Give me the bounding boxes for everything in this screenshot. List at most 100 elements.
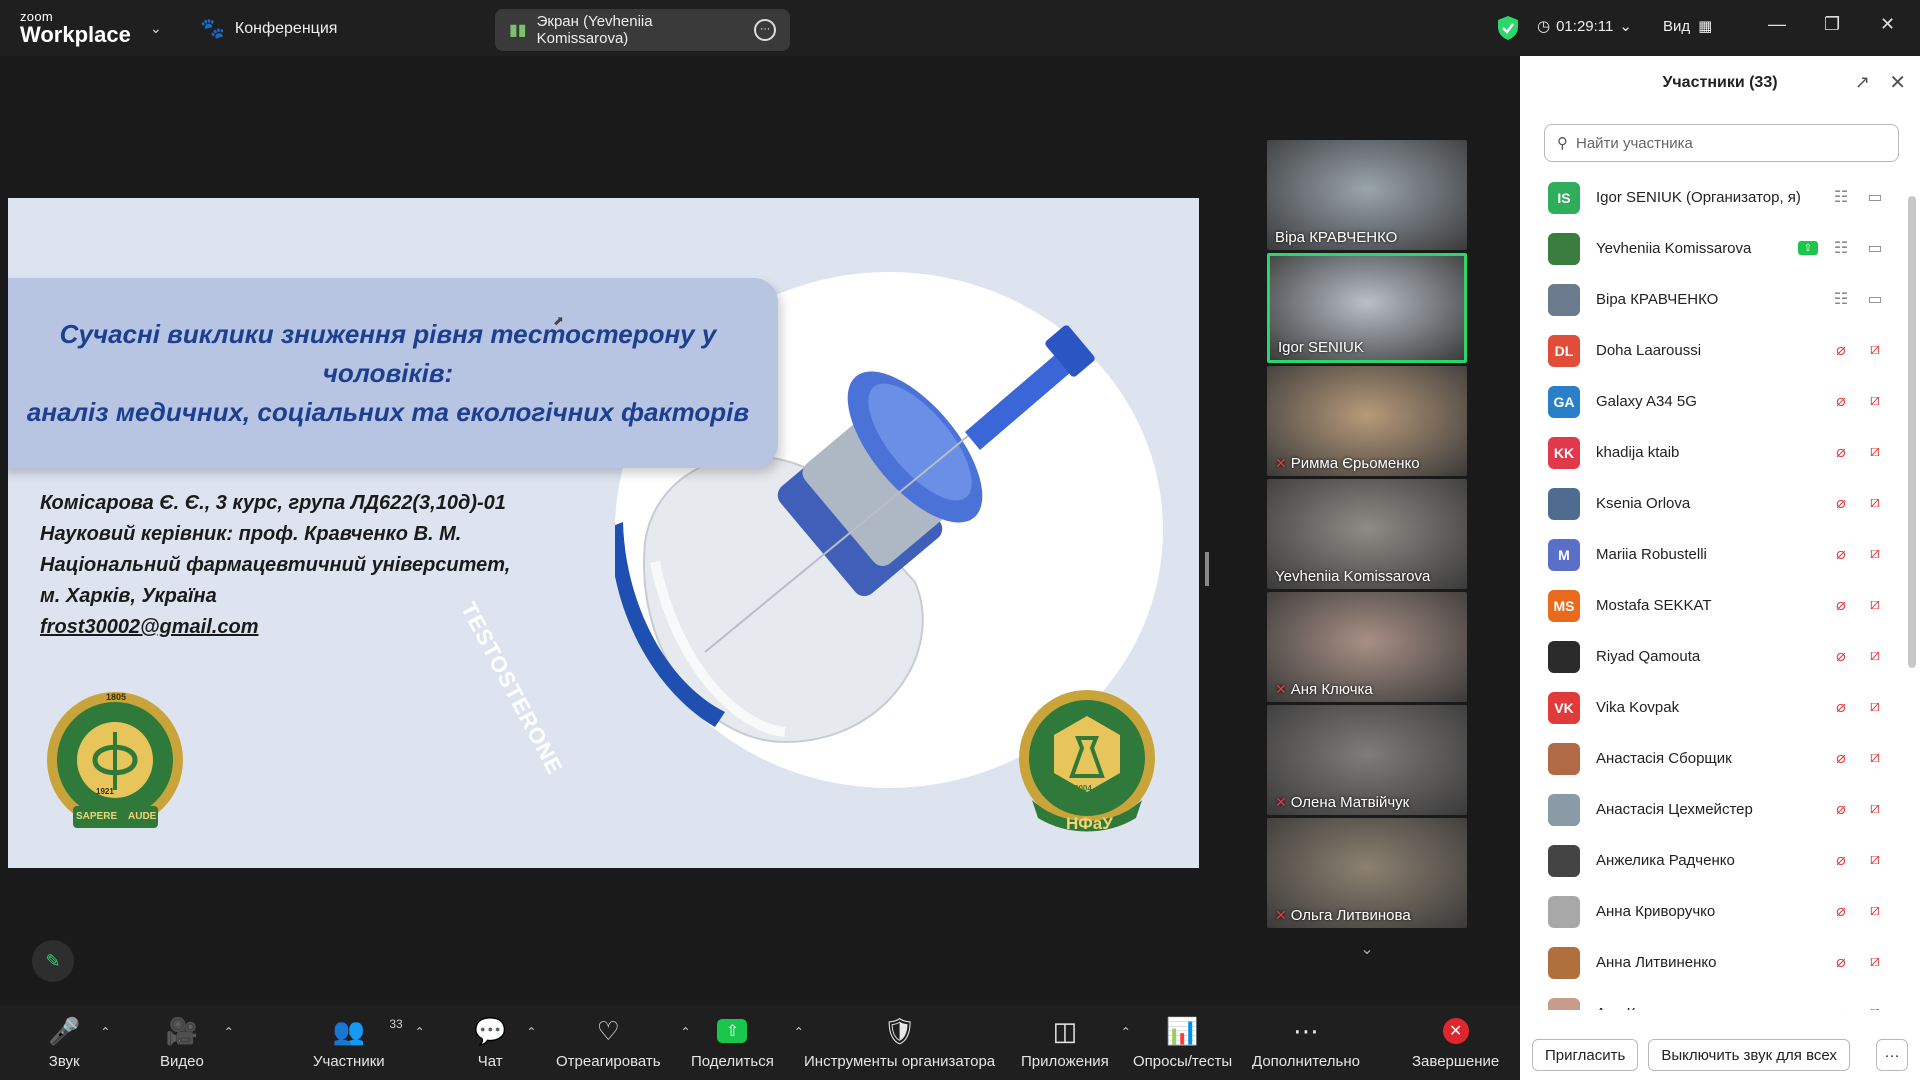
video-tile[interactable]: Yevheniia Komissarova [1267,479,1467,589]
participant-row[interactable]: KK khadija ktaib ⌀ ⧄ [1520,427,1900,478]
mic-muted-icon[interactable]: ⌀ [1830,442,1852,462]
mic-muted-icon[interactable]: ⌀ [1830,1003,1852,1010]
restore-window-icon[interactable]: ❐ [1824,14,1840,35]
search-box[interactable]: ⚲ [1544,124,1899,162]
minimize-window-icon[interactable]: — [1768,14,1786,35]
camera-off-icon[interactable]: ⧄ [1864,952,1886,972]
video-tile[interactable]: ✕ Олена Матвійчук [1267,705,1467,815]
share-button[interactable]: ⇧ Поделиться ⌃ [691,1015,804,1070]
video-tile[interactable]: ✕ Римма Єрьоменко [1267,366,1467,476]
invite-button[interactable]: Пригласить [1532,1039,1639,1071]
panel-more-button[interactable]: ··· [1876,1039,1908,1071]
chevron-down-icon[interactable]: ⌄ [150,20,164,36]
close-window-icon[interactable]: ✕ [1880,14,1895,35]
participant-row[interactable]: M Mariia Robustelli ⌀ ⧄ [1520,529,1900,580]
camera-off-icon[interactable]: ⧄ [1864,850,1886,870]
chevron-up-icon[interactable]: ⌃ [681,1025,691,1039]
host-tools-button[interactable]: 🛡 Инструменты организатора [804,1015,995,1071]
chat-button[interactable]: 💬 Чат ⌃ [474,1015,536,1071]
popout-icon[interactable]: ↗ [1855,72,1870,93]
search-input[interactable] [1576,134,1876,152]
participant-row[interactable]: GA Galaxy A34 5G ⌀ ⧄ [1520,376,1900,427]
camera-off-icon[interactable]: ⧄ [1864,340,1886,360]
mic-muted-icon[interactable]: ⌀ [1830,391,1852,411]
camera-off-icon[interactable]: ⧄ [1864,901,1886,921]
camera-off-icon[interactable]: ⧄ [1864,697,1886,717]
annotate-pencil-icon[interactable]: ✎ [32,940,74,982]
participant-row[interactable]: Riyad Qamouta ⌀ ⧄ [1520,631,1900,682]
camera-off-icon[interactable]: ⧄ [1864,1003,1886,1010]
camera-icon[interactable]: ▭ [1864,187,1886,207]
mic-muted-icon[interactable]: ⌀ [1830,595,1852,615]
audio-button[interactable]: 🎤 Звук ⌃ [48,1015,110,1071]
tile-name-label: Аня Ключка [1290,681,1373,698]
participant-row[interactable]: Ksenia Orlova ⌀ ⧄ [1520,478,1900,529]
camera-off-icon[interactable]: ⧄ [1864,748,1886,768]
camera-off-icon[interactable]: ⧄ [1864,493,1886,513]
participant-row[interactable]: Анна Литвиненко ⌀ ⧄ [1520,937,1900,988]
mic-muted-icon[interactable]: ⌀ [1830,901,1852,921]
participant-row[interactable]: Аня Ключка⌀⧄ [1520,988,1900,1010]
chevron-down-icon[interactable]: ⌄ [1322,934,1412,964]
chevron-up-icon[interactable]: ⌃ [794,1025,804,1039]
mic-muted-icon[interactable]: ⌀ [1830,748,1852,768]
panel-scrollbar[interactable] [1908,196,1916,668]
participant-row[interactable]: Yevheniia Komissarova ⇧ ☷ ▭ [1520,223,1900,274]
react-button[interactable]: ♡ Отреагировать ⌃ [556,1015,691,1071]
close-icon[interactable]: ✕ [1889,70,1906,95]
camera-off-icon[interactable]: ⧄ [1864,544,1886,564]
meeting-menu-button[interactable]: 🐾 Конференция [200,16,337,41]
mic-muted-icon[interactable]: ⌀ [1830,952,1852,972]
participant-row[interactable]: Анастасія Цехмейстер ⌀ ⧄ [1520,784,1900,835]
microphone-icon[interactable]: ☷ [1830,289,1852,309]
chevron-up-icon[interactable]: ⌃ [100,1025,110,1039]
encryption-shield-icon[interactable] [1497,15,1519,41]
video-tile[interactable]: ✕ Ольга Литвинова [1267,818,1467,928]
participants-button[interactable]: 👥 Участники 33 ⌃ [313,1015,425,1071]
mic-muted-icon[interactable]: ⌀ [1830,493,1852,513]
mic-muted-icon[interactable]: ⌀ [1830,646,1852,666]
video-tile[interactable]: ✕ Аня Ключка [1267,592,1467,702]
camera-icon[interactable]: ▭ [1864,289,1886,309]
mic-muted-icon[interactable]: ⌀ [1830,697,1852,717]
end-meeting-button[interactable]: ✕ Завершение [1412,1015,1499,1070]
chevron-up-icon[interactable]: ⌃ [526,1025,536,1039]
chevron-up-icon[interactable]: ⌃ [415,1025,425,1039]
camera-off-icon[interactable]: ⧄ [1864,391,1886,411]
microphone-icon[interactable]: ☷ [1830,187,1852,207]
participant-status-icons: ⇧ ☷ ▭ [1798,238,1886,258]
mute-all-button[interactable]: Выключить звук для всех [1648,1039,1850,1071]
more-button[interactable]: ⋯ Дополнительно [1252,1015,1360,1071]
camera-icon[interactable]: ▭ [1864,238,1886,258]
mic-muted-icon[interactable]: ⌀ [1830,799,1852,819]
video-button[interactable]: 🎥 Видео ⌃ [160,1015,234,1071]
screen-share-indicator[interactable]: ▮▮ Экран (Yevheniia Komissarova) ⋯ [495,9,790,51]
more-options-icon[interactable]: ⋯ [754,19,776,41]
meeting-timer[interactable]: ◷ 01:29:11 ⌄ [1537,17,1632,36]
splitter-handle[interactable] [1205,552,1209,586]
participant-row[interactable]: Віра КРАВЧЕНКО ☷ ▭ [1520,274,1900,325]
chevron-up-icon[interactable]: ⌃ [224,1025,234,1039]
polls-button[interactable]: 📊 Опросы/тесты [1133,1015,1232,1071]
mic-muted-icon[interactable]: ⌀ [1830,340,1852,360]
microphone-icon[interactable]: ☷ [1830,238,1852,258]
camera-off-icon[interactable]: ⧄ [1864,442,1886,462]
mic-muted-icon[interactable]: ⌀ [1830,544,1852,564]
participant-row[interactable]: Анжелика Радченко ⌀ ⧄ [1520,835,1900,886]
participant-row[interactable]: DL Doha Laaroussi ⌀ ⧄ [1520,325,1900,376]
chevron-up-icon[interactable]: ⌃ [1121,1025,1131,1039]
participant-row[interactable]: Анастасія Сборщик ⌀ ⧄ [1520,733,1900,784]
camera-off-icon[interactable]: ⧄ [1864,595,1886,615]
apps-button[interactable]: ◫ Приложения ⌃ [1021,1015,1131,1071]
video-tile[interactable]: Віра КРАВЧЕНКО [1267,140,1467,250]
camera-off-icon[interactable]: ⧄ [1864,646,1886,666]
participant-row[interactable]: Анна Криворучко ⌀ ⧄ [1520,886,1900,937]
mouse-cursor-icon: ⬈ [553,313,564,328]
participant-row[interactable]: IS Igor SENIUK (Организатор, я) ☷ ▭ [1520,172,1900,223]
participant-row[interactable]: MS Mostafa SEKKAT ⌀ ⧄ [1520,580,1900,631]
camera-off-icon[interactable]: ⧄ [1864,799,1886,819]
video-tile[interactable]: Igor SENIUK [1267,253,1467,363]
mic-muted-icon[interactable]: ⌀ [1830,850,1852,870]
view-button[interactable]: Вид ▦ [1663,17,1712,36]
participant-row[interactable]: VK Vika Kovpak ⌀ ⧄ [1520,682,1900,733]
